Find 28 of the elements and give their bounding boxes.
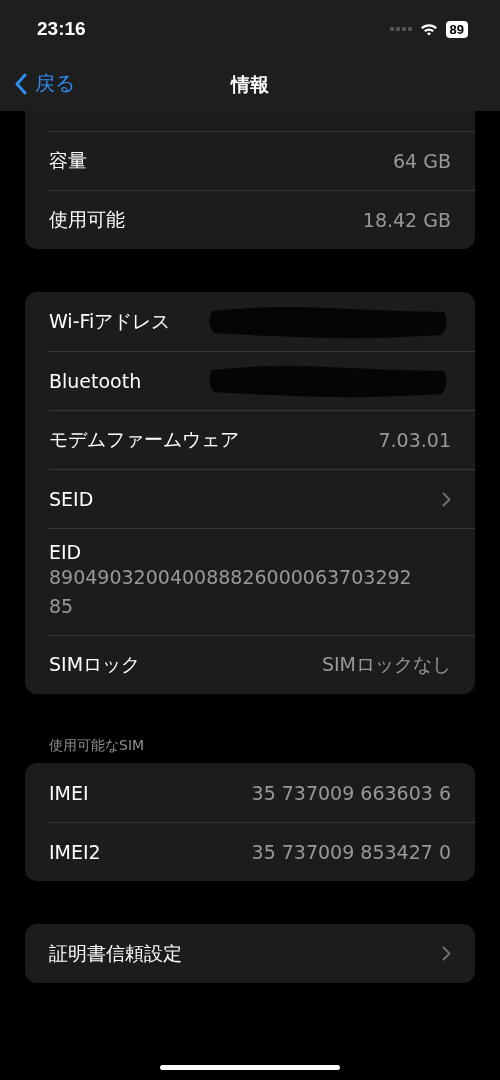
row-label: 使用可能 bbox=[49, 207, 125, 232]
back-button[interactable]: 戻る bbox=[14, 70, 75, 97]
battery-indicator: 89 bbox=[445, 20, 468, 38]
chevron-right-icon bbox=[442, 946, 451, 961]
settings-row[interactable]: 証明書信頼設定 bbox=[49, 924, 475, 983]
section-header: 使用可能なSIM bbox=[49, 737, 146, 755]
row-value: 7.03.01 bbox=[378, 429, 451, 451]
row-value: 64 GB bbox=[393, 150, 451, 172]
signal-icon bbox=[389, 27, 412, 31]
row-value: 35 737009 853427 0 bbox=[251, 841, 451, 863]
wifi-icon bbox=[419, 22, 438, 36]
row-label: Bluetooth bbox=[49, 370, 142, 392]
status-time: 23:16 bbox=[37, 18, 86, 40]
row-value: 35 737009 663603 6 bbox=[251, 781, 451, 804]
row-label: 容量 bbox=[49, 148, 87, 173]
row-value: SIMロックなし bbox=[321, 652, 451, 677]
row-value: 89049032004008882600006370329285 bbox=[49, 565, 413, 619]
row-label: SIMロック bbox=[49, 652, 141, 677]
chevron-right-icon bbox=[442, 491, 451, 507]
row-label: IMEI2 bbox=[49, 841, 101, 863]
page-title: 情報 bbox=[231, 71, 269, 97]
row-label: IMEI bbox=[49, 781, 89, 804]
row-label: Wi-Fiアドレス bbox=[49, 308, 171, 334]
settings-row[interactable]: SEID bbox=[49, 469, 475, 528]
row-label: モデムファームウェア bbox=[49, 427, 239, 452]
row-value: 18.42 GB bbox=[362, 209, 451, 231]
row-label: EID bbox=[49, 541, 82, 563]
chevron-left-icon bbox=[14, 72, 27, 95]
